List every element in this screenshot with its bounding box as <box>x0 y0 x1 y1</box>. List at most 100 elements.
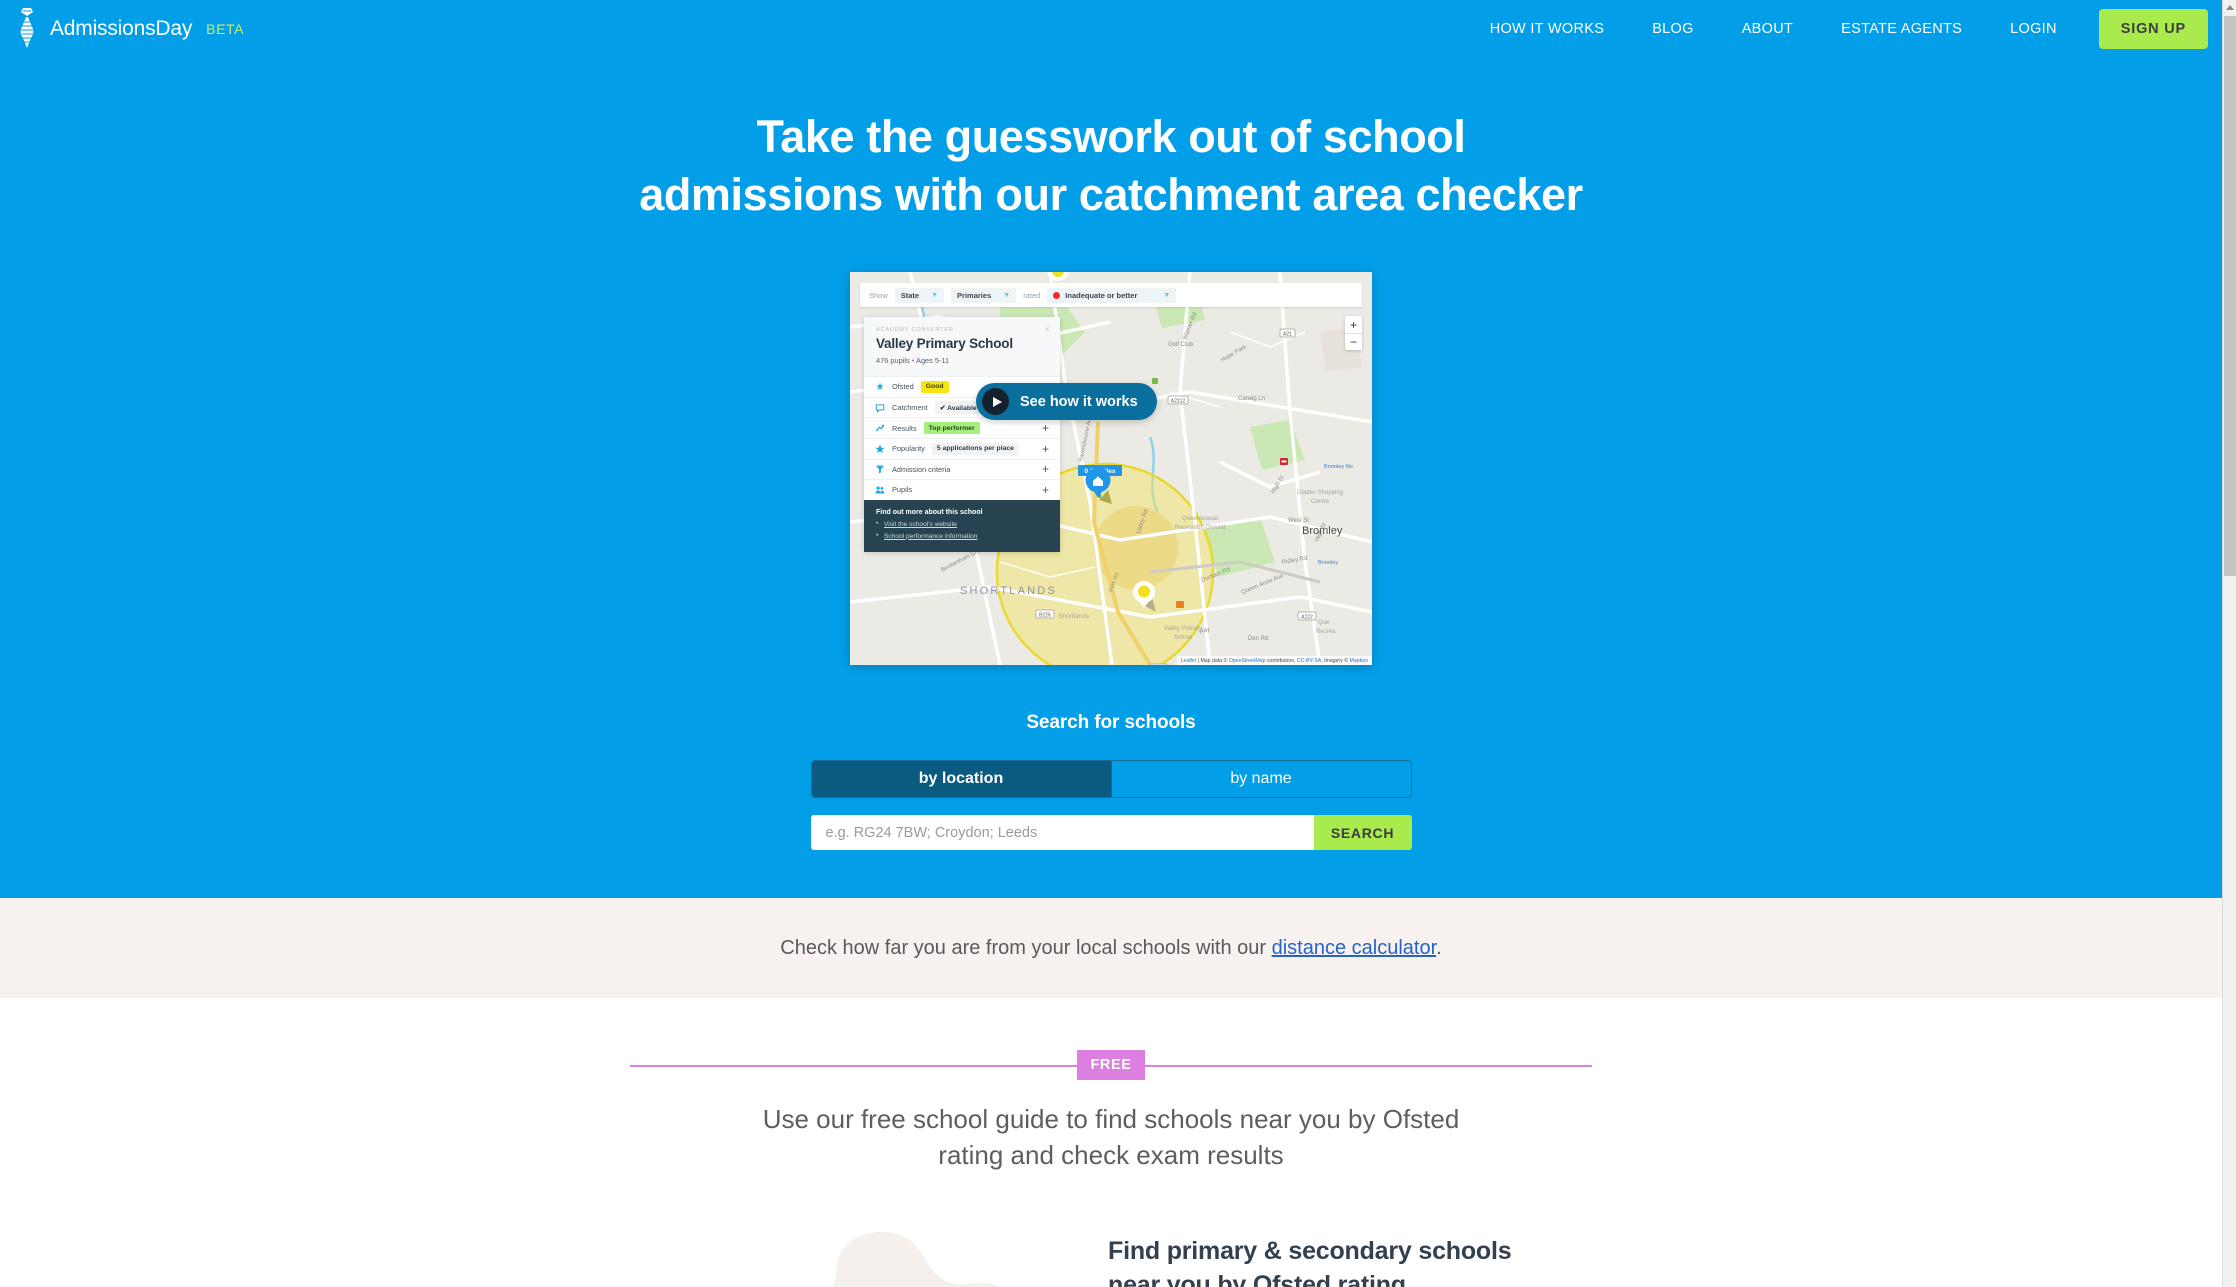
school-card-row-admission-criteria[interactable]: Admission criteria + <box>864 458 1060 480</box>
row-label: Ofsted <box>892 382 914 392</box>
school-search-section: Search for schools by location by name S… <box>0 712 2222 851</box>
school-performance-link[interactable]: School performance information <box>884 533 977 540</box>
rating-dot-icon <box>1053 291 1061 299</box>
school-card-row-pupils[interactable]: Pupils + <box>864 479 1060 500</box>
free-section-copy: Use our free school guide to find school… <box>0 1102 2222 1174</box>
school-name: Valley Primary School <box>876 336 1013 352</box>
svg-text:Recreation Ground: Recreation Ground <box>1175 525 1226 531</box>
scroll-up-button[interactable] <box>2223 0 2236 15</box>
svg-text:School: School <box>1174 635 1192 641</box>
admission-filter-icon <box>875 465 885 474</box>
product-preview[interactable]: Bramley Ave Warner Rd Hope Park Carwig L… <box>850 272 1372 666</box>
map-phase-value: Primaries <box>957 290 992 300</box>
feature-copy: Find primary & secondary schools near yo… <box>1108 1234 1628 1287</box>
svg-text:Shortlands: Shortlands <box>1058 613 1090 620</box>
catchment-speech-icon <box>875 403 885 413</box>
map-attribution: Leaflet | Map data © OpenStreetMap contr… <box>1176 656 1372 666</box>
school-card-row-results[interactable]: Results Top performer + <box>864 417 1060 438</box>
search-mode-toggle: by location by name <box>810 760 1412 799</box>
nav-item-how-it-works[interactable]: HOW IT WORKS <box>1466 13 1629 45</box>
expand-icon[interactable]: + <box>1042 484 1049 496</box>
main-nav: HOW IT WORKS BLOG ABOUT ESTATE AGENTS LO… <box>1466 9 2214 49</box>
chevron-down-icon: ▼ <box>1163 291 1171 299</box>
cc-license-link[interactable]: CC-BY-SA <box>1297 658 1321 664</box>
scrollbar-thumb[interactable] <box>2224 16 2236 576</box>
footer-title: Find out more about this school <box>876 508 983 516</box>
expand-icon[interactable]: + <box>1042 422 1049 434</box>
close-icon[interactable]: x <box>1046 326 1049 333</box>
chevron-down-icon: ▼ <box>931 291 939 299</box>
svg-text:Den Rd: Den Rd <box>1248 636 1268 642</box>
expand-icon[interactable]: + <box>1042 443 1049 455</box>
search-button[interactable]: SEARCH <box>1313 815 1412 851</box>
search-section-title: Search for schools <box>1026 712 1196 734</box>
hero-headline-line-1: Take the guesswork out of school <box>756 111 1466 162</box>
distance-calculator-link[interactable]: distance calculator <box>1272 937 1437 959</box>
svg-text:Bromley No: Bromley No <box>1324 464 1353 470</box>
map-school-type-select[interactable]: State ▼ <box>894 287 945 303</box>
meta-separator: • <box>911 356 915 366</box>
hero-headline: Take the guesswork out of school admissi… <box>0 108 2222 223</box>
popularity-badge: 5 applications per place <box>931 442 1019 455</box>
footer-link-list: Visit the school's website School perfor… <box>876 520 1048 540</box>
mapbox-link[interactable]: Mapbox <box>1350 658 1368 664</box>
svg-text:West St: West St <box>1288 518 1309 524</box>
tab-by-name[interactable]: by name <box>1110 761 1411 798</box>
page-scrollbar[interactable] <box>2222 0 2236 1287</box>
distance-band-text: Check how far you are from your local sc… <box>780 937 1441 960</box>
school-card-footer: Find out more about this school Visit th… <box>864 499 1060 552</box>
map-phase-select[interactable]: Primaries ▼ <box>951 287 1017 303</box>
brand-name: AdmissionsDay <box>50 17 193 40</box>
osm-link[interactable]: OpenStreetMap <box>1229 658 1266 664</box>
distance-text-before: Check how far you are from your local sc… <box>780 936 1272 959</box>
row-label: Pupils <box>892 485 913 495</box>
attrib-text-2: contributors, <box>1265 657 1297 664</box>
results-badge: Top performer <box>923 422 980 435</box>
nav-item-about[interactable]: ABOUT <box>1718 13 1817 45</box>
free-copy-line-2: rating and check exam results <box>938 1139 1284 1170</box>
map-zoom-controls: + − <box>1345 316 1362 351</box>
brand-logo[interactable]: AdmissionsDay BETA <box>14 7 244 51</box>
svg-text:Que: Que <box>1318 620 1330 626</box>
nav-item-login[interactable]: LOGIN <box>1986 13 2081 45</box>
school-card-row-popularity[interactable]: Popularity 5 applications per place + <box>864 437 1060 459</box>
leaflet-link[interactable]: Leaflet <box>1181 658 1197 664</box>
catchment-badge: ✔ Available <box>934 401 982 415</box>
nav-item-blog[interactable]: BLOG <box>1628 13 1718 45</box>
nav-item-estate-agents[interactable]: ESTATE AGENTS <box>1817 13 1986 45</box>
map-blob-illustration <box>832 1231 1001 1287</box>
feature-title-line-2: near you by Ofsted rating <box>1108 1271 1406 1287</box>
feature-title-line-1: Find primary & secondary schools <box>1108 1236 1512 1265</box>
free-copy-line-1: Use our free school guide to find school… <box>762 1104 1460 1134</box>
map-preview-frame: Bramley Ave Warner Rd Hope Park Carwig L… <box>850 272 1372 666</box>
expand-icon[interactable]: + <box>1042 463 1049 475</box>
map-zoom-out-button[interactable]: − <box>1345 333 1362 350</box>
svg-text:Recrea: Recrea <box>1316 629 1336 635</box>
attrib-text-1: | Map data © <box>1196 657 1229 664</box>
ofsted-star-icon <box>876 382 884 390</box>
map-rating-value: Inadequate or better <box>1065 290 1138 300</box>
school-info-card: ACADEMY CONVERTER x Valley Primary Schoo… <box>864 317 1060 552</box>
play-icon <box>982 388 1009 416</box>
map-school-type-value: State <box>900 290 920 300</box>
map-zoom-in-button[interactable]: + <box>1345 316 1362 333</box>
map-rated-label: rated <box>1023 290 1041 300</box>
school-card-header: ACADEMY CONVERTER x Valley Primary Schoo… <box>864 317 1060 377</box>
search-input[interactable] <box>810 815 1314 851</box>
see-how-it-works-button[interactable]: See how it works <box>976 383 1157 421</box>
chevron-down-icon: ▼ <box>1003 291 1011 299</box>
sign-up-button[interactable]: SIGN UP <box>2098 9 2208 49</box>
attrib-text-3: , Imagery © <box>1321 657 1350 664</box>
map-rating-select[interactable]: Inadequate or better ▼ <box>1047 287 1177 303</box>
row-label: Popularity <box>892 444 925 454</box>
svg-text:Queensmead: Queensmead <box>1182 516 1218 522</box>
school-website-link[interactable]: Visit the school's website <box>884 521 957 528</box>
necktie-icon <box>14 7 40 51</box>
svg-text:A222: A222 <box>1301 615 1313 621</box>
school-age-range: Ages 5-11 <box>916 356 950 366</box>
ofsted-badge: Good <box>920 380 949 393</box>
svg-text:Golf Club: Golf Club <box>1168 342 1194 348</box>
svg-text:B226: B226 <box>1039 613 1051 619</box>
row-label: Results <box>892 423 917 433</box>
tab-by-location[interactable]: by location <box>811 761 1111 798</box>
